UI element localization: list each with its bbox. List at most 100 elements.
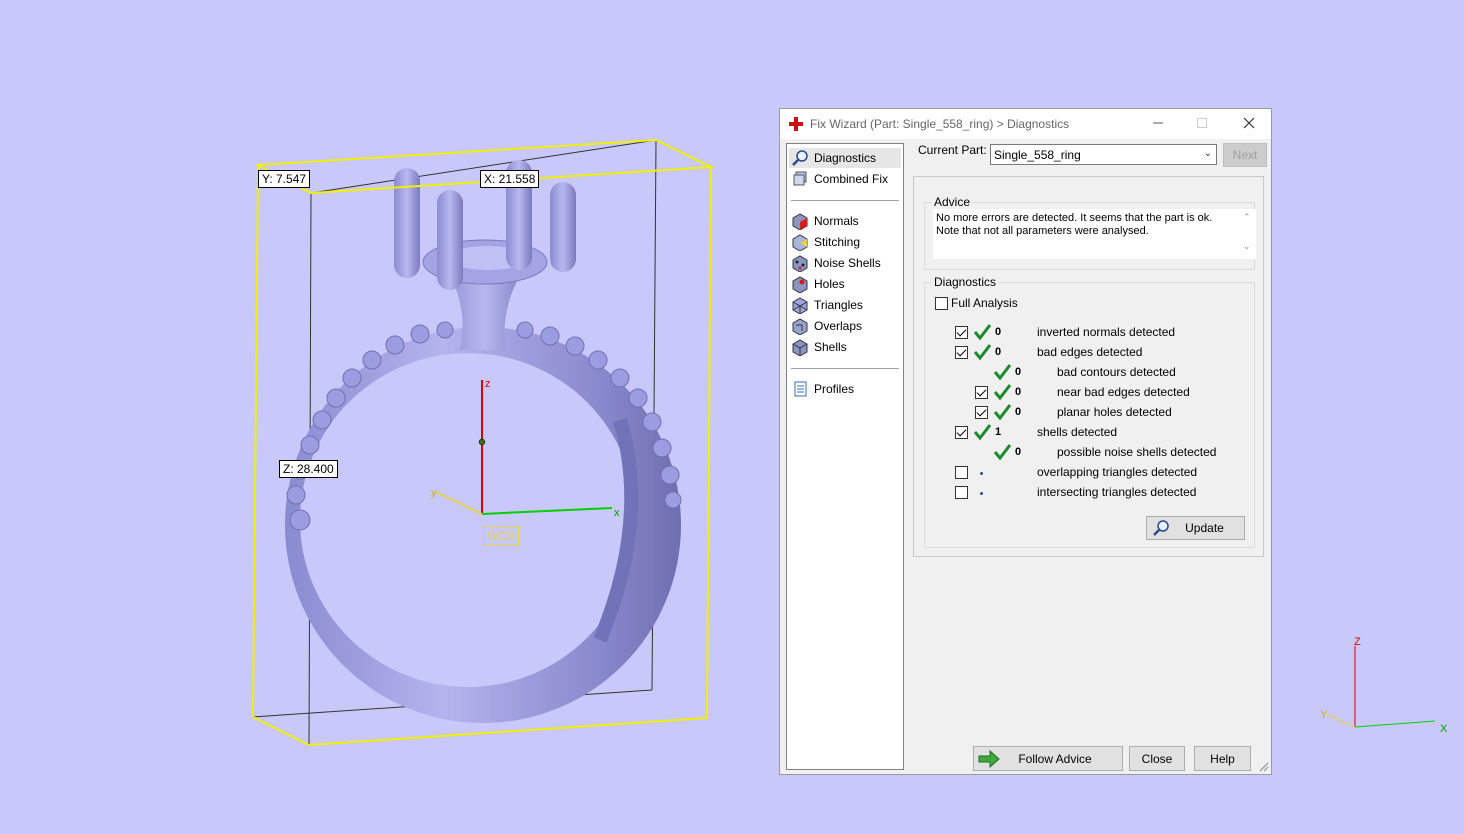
magnifier-icon (792, 150, 808, 166)
checkmark-icon (993, 384, 1011, 401)
nav-label: Triangles (814, 298, 863, 312)
minimize-icon (1153, 122, 1163, 124)
noise-shells-icon (792, 255, 808, 272)
planar-holes-checkbox[interactable] (975, 406, 988, 419)
corner-axis-z-label: Z (1354, 636, 1361, 648)
nav-label: Profiles (814, 382, 855, 396)
nav-label: Diagnostics (814, 151, 877, 165)
full-analysis-checkbox[interactable] (935, 297, 948, 310)
shells-checkbox[interactable] (955, 426, 968, 439)
scroll-up-icon[interactable]: ⌃ (1243, 212, 1251, 223)
advice-textbox[interactable]: No more errors are detected. It seems th… (933, 209, 1256, 259)
nav-item-stitching[interactable]: Stitching (789, 232, 901, 252)
current-part-select[interactable]: Single_558_ring ⌄ (990, 144, 1217, 165)
close-window-button[interactable] (1227, 109, 1271, 139)
planar-holes-count: 0 (1015, 406, 1022, 418)
corner-axis-x-label: X (1440, 723, 1448, 735)
near-bad-edges-checkbox[interactable] (975, 386, 988, 399)
overlapping-triangles-checkbox[interactable] (955, 466, 968, 479)
inverted-normals-checkbox[interactable] (955, 326, 968, 339)
nav-label: Stitching (814, 235, 861, 249)
nav-separator (791, 200, 899, 201)
checkmark-icon (973, 344, 991, 361)
nav-item-combined-fix[interactable]: Combined Fix (789, 169, 901, 189)
nav-item-diagnostics[interactable]: Diagnostics (789, 148, 901, 168)
next-button[interactable]: Next (1223, 143, 1267, 167)
maximize-button[interactable] (1180, 109, 1224, 139)
wcs-label: WCS (483, 526, 519, 546)
nav-item-triangles[interactable]: Triangles (789, 295, 901, 315)
not-analysed-icon (980, 492, 983, 495)
nav-label: Combined Fix (814, 172, 889, 186)
full-analysis-label: Full Analysis (951, 296, 1018, 310)
intersecting-triangles-checkbox[interactable] (955, 486, 968, 499)
intersecting-triangles-label: intersecting triangles detected (1037, 485, 1197, 499)
advice-title: Advice (932, 195, 973, 209)
update-button[interactable]: Update (1146, 516, 1245, 540)
nav-label: Noise Shells (814, 256, 881, 270)
checkmark-icon (993, 404, 1011, 421)
current-part-label: Current Part: (918, 143, 987, 157)
advice-group: Advice No more errors are detected. It s… (924, 195, 1256, 270)
green-arrow-icon (978, 750, 1000, 768)
nav-separator (791, 368, 899, 369)
axis-z-label: z (485, 378, 491, 390)
scroll-down-icon[interactable]: ⌄ (1243, 241, 1251, 252)
fix-wizard-dialog[interactable]: Fix Wizard (Part: Single_558_ring) > Dia… (779, 108, 1272, 775)
diagnostics-panel: Advice No more errors are detected. It s… (913, 176, 1264, 557)
triangles-icon (792, 297, 808, 314)
holes-icon (792, 276, 808, 293)
planar-holes-label: planar holes detected (1057, 405, 1172, 419)
advice-text: No more errors are detected. It seems th… (936, 212, 1213, 237)
advice-scrollbar[interactable]: ⌃ ⌄ (1241, 211, 1254, 257)
dimension-x-label: X: 21.558 (480, 170, 540, 188)
nav-label: Normals (814, 214, 859, 228)
checkmark-icon (973, 324, 991, 341)
overlaps-icon (792, 318, 808, 335)
checkmark-icon (993, 444, 1011, 461)
close-button[interactable]: Close (1129, 746, 1185, 771)
bad-contours-label: bad contours detected (1057, 365, 1176, 379)
not-analysed-icon (980, 472, 983, 475)
magnifier-icon (1153, 520, 1169, 536)
nav-item-holes[interactable]: Holes (789, 274, 901, 294)
noise-shells-label: possible noise shells detected (1057, 445, 1217, 459)
nav-label: Shells (814, 340, 847, 354)
diagnostics-title: Diagnostics (932, 275, 999, 289)
title-bar[interactable]: Fix Wizard (Part: Single_558_ring) > Dia… (780, 109, 1271, 139)
nav-label: Holes (814, 277, 845, 291)
combined-fix-icon (793, 171, 807, 186)
overlapping-triangles-label: overlapping triangles detected (1037, 465, 1198, 479)
resize-grip-icon[interactable] (1259, 762, 1269, 772)
axis-y-label: y (431, 487, 437, 499)
minimize-button[interactable] (1136, 109, 1180, 139)
nav-label: Overlaps (814, 319, 863, 333)
bad-edges-checkbox[interactable] (955, 346, 968, 359)
dimension-y-label: Y: 7.547 (258, 170, 311, 188)
shells-count: 1 (995, 426, 1002, 438)
nav-item-normals[interactable]: Normals (789, 211, 901, 231)
corner-axes (1325, 646, 1436, 728)
noise-shells-count: 0 (1015, 446, 1022, 458)
maximize-icon (1197, 118, 1207, 128)
follow-advice-button[interactable]: Follow Advice (973, 746, 1123, 771)
help-button[interactable]: Help (1194, 746, 1251, 771)
dimension-z-label: Z: 28.400 (279, 460, 338, 478)
nav-item-noise-shells[interactable]: Noise Shells (789, 253, 901, 273)
nav-item-shells[interactable]: Shells (789, 337, 901, 357)
diagnostics-group: Diagnostics Full Analysis 0 inverted nor… (924, 275, 1255, 548)
dialog-title: Fix Wizard (Part: Single_558_ring) > Dia… (810, 117, 1070, 131)
near-bad-edges-label: near bad edges detected (1057, 385, 1190, 399)
update-label: Update (1185, 521, 1224, 535)
normals-icon (792, 213, 808, 230)
checkmark-icon (973, 424, 991, 441)
chevron-down-icon: ⌄ (1203, 148, 1212, 159)
current-part-value: Single_558_ring (994, 148, 1081, 162)
shells-label: shells detected (1037, 425, 1118, 439)
nav-item-overlaps[interactable]: Overlaps (789, 316, 901, 336)
inverted-normals-count: 0 (995, 326, 1002, 338)
nav-item-profiles[interactable]: Profiles (789, 379, 901, 399)
bad-edges-label: bad edges detected (1037, 345, 1143, 359)
stitching-icon (792, 234, 808, 251)
profiles-icon (794, 381, 807, 397)
